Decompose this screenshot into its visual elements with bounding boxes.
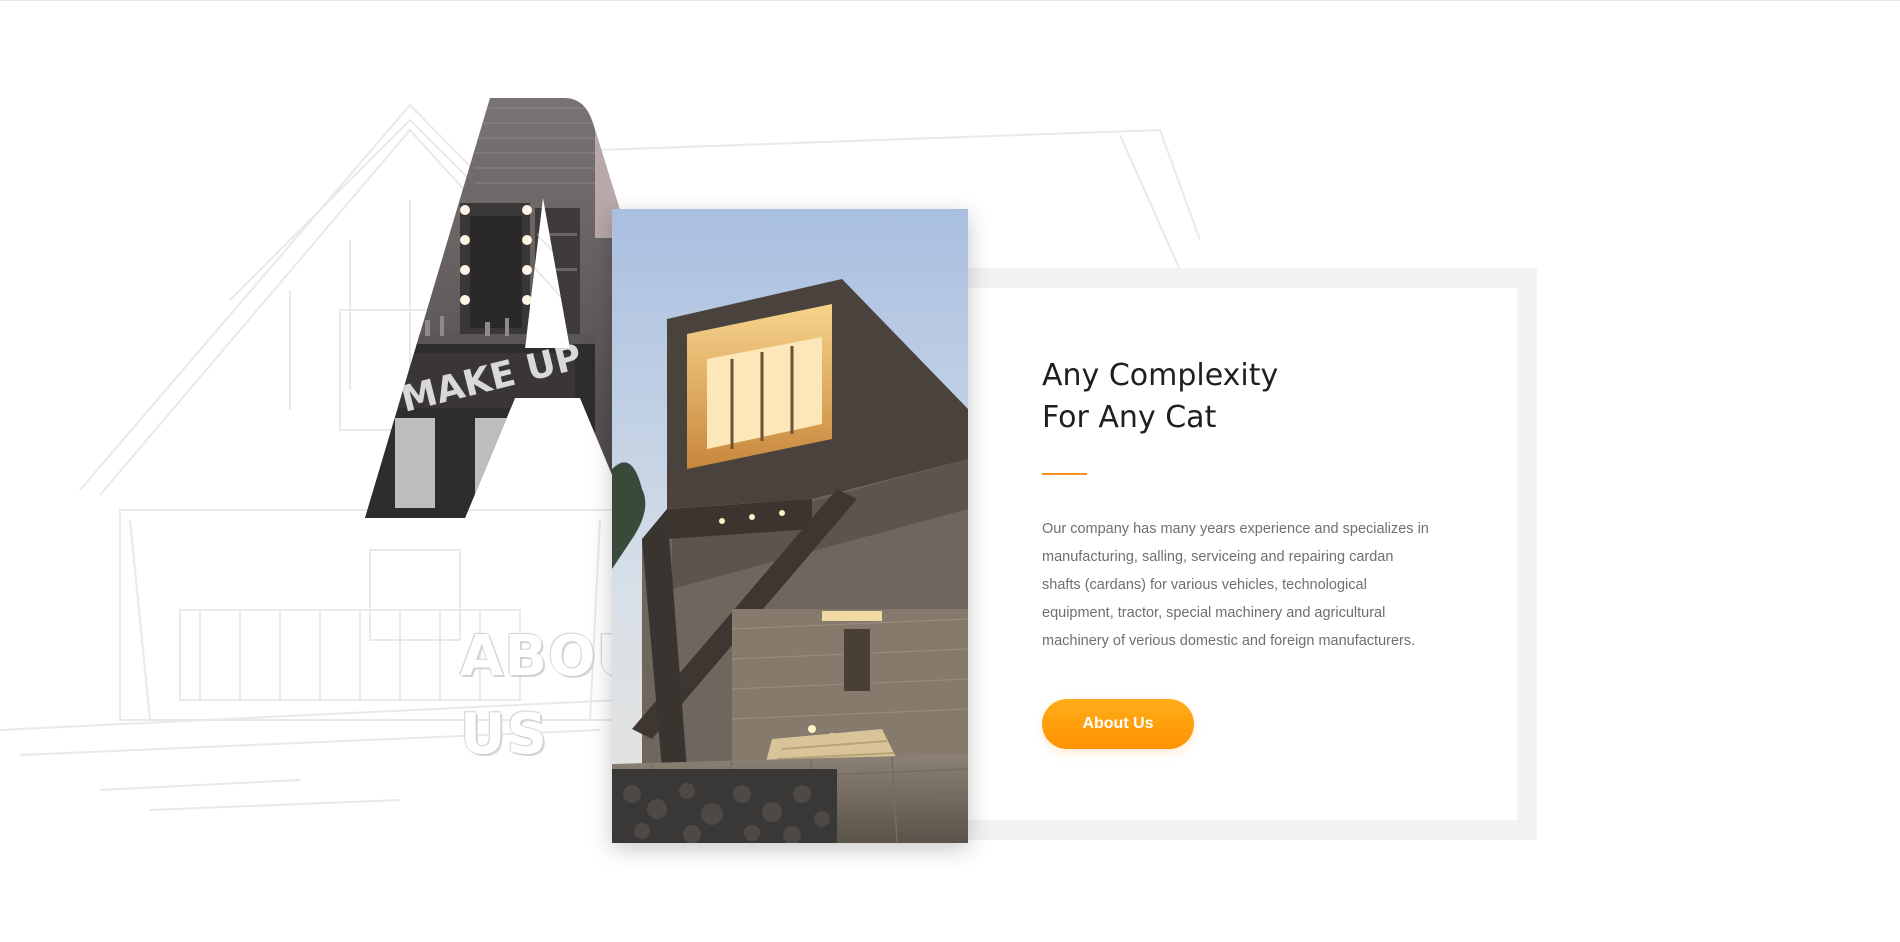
card-title: Any Complexity For Any Cat	[1042, 355, 1442, 439]
about-us-button[interactable]: About Us	[1042, 699, 1194, 749]
card-description: Our company has many years experience an…	[1042, 521, 1429, 649]
card-title-line1: Any Complexity	[1042, 358, 1279, 393]
card-title-line2: For Any Cat	[1042, 400, 1217, 435]
card-content: Any Complexity For Any Cat Our company h…	[1042, 355, 1442, 749]
title-accent-line	[1042, 473, 1087, 475]
house-photo	[612, 209, 968, 843]
top-divider	[0, 0, 1900, 1]
